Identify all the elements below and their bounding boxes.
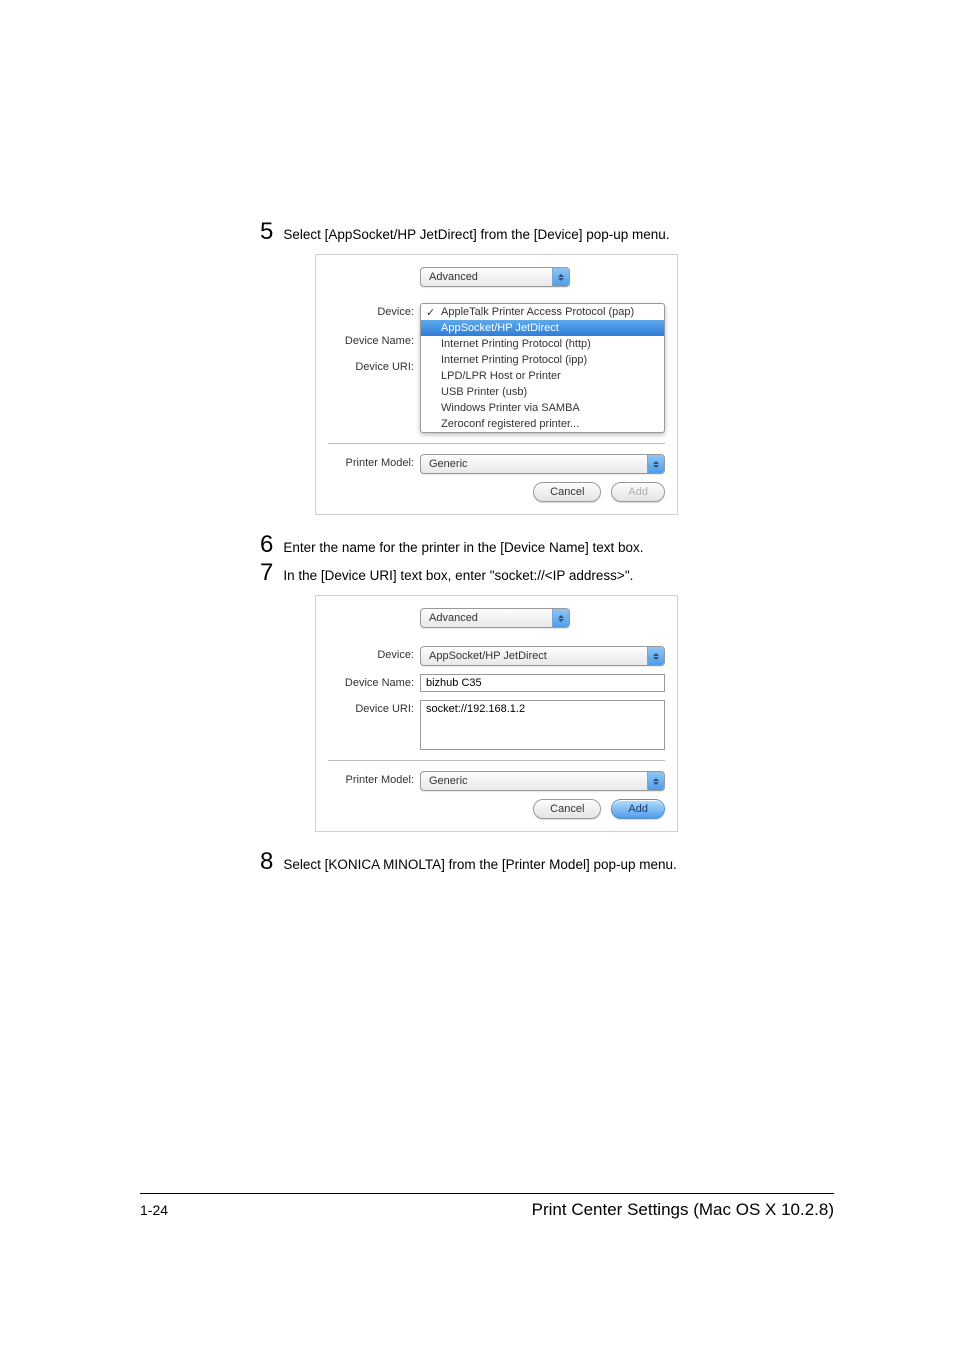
device-menu-item[interactable]: Windows Printer via SAMBA — [421, 400, 664, 416]
device-name-label: Device Name: — [328, 335, 420, 347]
device-menu-item-label: USB Printer (usb) — [441, 386, 527, 398]
device-label: Device: — [328, 303, 420, 318]
device-name-label: Device Name: — [328, 674, 420, 689]
popup-arrows-icon — [647, 772, 664, 790]
step-text: In the [Device URI] text box, enter "soc… — [283, 567, 633, 585]
popup-arrows-icon — [552, 268, 569, 286]
step-number: 7 — [260, 561, 273, 585]
step-5: 5 Select [AppSocket/HP JetDirect] from t… — [260, 220, 834, 244]
popup-arrows-icon — [647, 647, 664, 665]
cancel-button[interactable]: Cancel — [533, 799, 601, 819]
add-button[interactable]: Add — [611, 799, 665, 819]
device-menu-item[interactable]: USB Printer (usb) — [421, 384, 664, 400]
printer-model-popup[interactable]: Generic — [420, 454, 665, 474]
toolbar-popup[interactable]: Advanced — [420, 608, 570, 628]
separator — [328, 760, 665, 761]
device-menu-item[interactable]: ✓ AppleTalk Printer Access Protocol (pap… — [421, 304, 664, 320]
device-menu-item-label: Zeroconf registered printer... — [441, 418, 579, 430]
device-menu-item-selected[interactable]: AppSocket/HP JetDirect — [421, 320, 664, 336]
popup-arrows-icon — [647, 455, 664, 473]
device-value: AppSocket/HP JetDirect — [421, 650, 647, 662]
device-menu-item-label: Internet Printing Protocol (http) — [441, 338, 591, 350]
toolbar-popup-label: Advanced — [421, 271, 552, 283]
device-menu-item-label: Windows Printer via SAMBA — [441, 402, 580, 414]
device-name-input[interactable] — [420, 674, 665, 692]
screenshot-device-menu: Advanced Device: ✓ AppleTalk Printer Acc… — [315, 254, 678, 515]
footer-title: Print Center Settings (Mac OS X 10.2.8) — [532, 1200, 834, 1220]
device-menu-item-label: AppleTalk Printer Access Protocol (pap) — [441, 306, 634, 318]
device-uri-input[interactable] — [420, 700, 665, 750]
step-6: 6 Enter the name for the printer in the … — [260, 533, 834, 557]
device-menu-open[interactable]: ✓ AppleTalk Printer Access Protocol (pap… — [420, 303, 665, 433]
printer-model-value: Generic — [421, 775, 647, 787]
step-8: 8 Select [KONICA MINOLTA] from the [Prin… — [260, 850, 834, 874]
device-label: Device: — [328, 646, 420, 661]
device-menu-item-label: AppSocket/HP JetDirect — [441, 322, 559, 334]
device-popup[interactable]: AppSocket/HP JetDirect — [420, 646, 665, 666]
device-uri-label: Device URI: — [328, 700, 420, 715]
device-menu-item-label: Internet Printing Protocol (ipp) — [441, 354, 587, 366]
footer-rule — [140, 1193, 834, 1194]
device-menu-item[interactable]: Internet Printing Protocol (http) — [421, 336, 664, 352]
printer-model-label: Printer Model: — [328, 771, 420, 786]
step-7: 7 In the [Device URI] text box, enter "s… — [260, 561, 834, 585]
printer-model-value: Generic — [421, 458, 647, 470]
step-text: Select [KONICA MINOLTA] from the [Printe… — [283, 856, 676, 874]
step-number: 5 — [260, 220, 273, 244]
checkmark-icon: ✓ — [426, 306, 435, 319]
device-menu-item-label: LPD/LPR Host or Printer — [441, 370, 561, 382]
step-number: 8 — [260, 850, 273, 874]
add-button: Add — [611, 482, 665, 502]
printer-model-popup[interactable]: Generic — [420, 771, 665, 791]
separator — [328, 443, 665, 444]
popup-arrows-icon — [552, 609, 569, 627]
device-menu-item[interactable]: Zeroconf registered printer... — [421, 416, 664, 432]
toolbar-popup-label: Advanced — [421, 612, 552, 624]
page-footer: 1-24 Print Center Settings (Mac OS X 10.… — [140, 1193, 834, 1220]
footer-page-number: 1-24 — [140, 1202, 168, 1218]
device-uri-label: Device URI: — [328, 361, 420, 373]
printer-model-label: Printer Model: — [328, 454, 420, 469]
device-menu-item[interactable]: Internet Printing Protocol (ipp) — [421, 352, 664, 368]
screenshot-device-form: Advanced Device: AppSocket/HP JetDirect … — [315, 595, 678, 832]
cancel-button[interactable]: Cancel — [533, 482, 601, 502]
device-menu-item[interactable]: LPD/LPR Host or Printer — [421, 368, 664, 384]
step-text: Enter the name for the printer in the [D… — [283, 539, 643, 557]
step-number: 6 — [260, 533, 273, 557]
step-text: Select [AppSocket/HP JetDirect] from the… — [283, 226, 669, 244]
toolbar-popup[interactable]: Advanced — [420, 267, 570, 287]
